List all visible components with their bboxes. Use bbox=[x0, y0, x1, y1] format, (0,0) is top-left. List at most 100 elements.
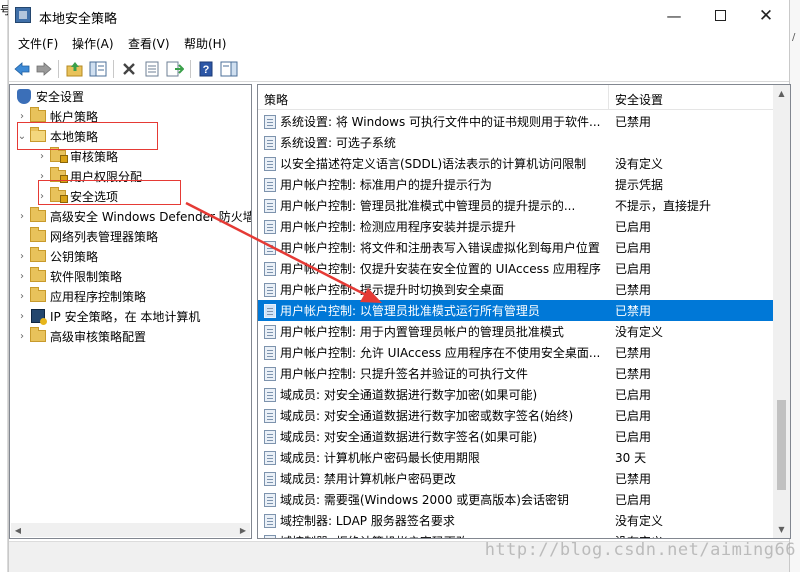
tree-node-ip-security[interactable]: › IP 安全策略，在 本地计算机 bbox=[16, 306, 200, 326]
export-list-button[interactable] bbox=[165, 59, 185, 79]
tree-node-account-policies[interactable]: › 帐户策略 bbox=[16, 106, 98, 126]
console-tree: 安全设置 › 帐户策略 ⌄ 本地策略 › 审核策略 › 用户权限分配 › 安全选… bbox=[9, 84, 252, 539]
table-row[interactable]: 系统设置: 将 Windows 可执行文件中的证书规则用于软件... 已禁用 bbox=[258, 111, 774, 132]
policy-setting: 已启用 bbox=[615, 262, 652, 276]
left-edge-strip: 号 bbox=[0, 0, 11, 572]
help-book-icon: ? bbox=[199, 61, 213, 77]
show-hide-tree-button[interactable] bbox=[88, 59, 108, 79]
table-row[interactable]: 用户帐户控制: 允许 UIAccess 应用程序在不使用安全桌面... 已禁用 bbox=[258, 342, 774, 363]
table-row[interactable]: 以安全描述符定义语言(SDDL)语法表示的计算机访问限制 没有定义 bbox=[258, 153, 774, 174]
menu-file[interactable]: 文件(F) bbox=[18, 35, 58, 52]
column-header-policy[interactable]: 策略 bbox=[264, 91, 288, 108]
folder-icon bbox=[30, 247, 46, 262]
table-row[interactable]: 用户帐户控制: 标准用户的提升提示行为 提示凭据 bbox=[258, 174, 774, 195]
chevron-right-icon[interactable]: › bbox=[36, 171, 48, 182]
tree-node-software-restriction[interactable]: › 软件限制策略 bbox=[16, 266, 122, 286]
policy-icon bbox=[264, 324, 276, 339]
tree-node-public-key[interactable]: › 公钥策略 bbox=[16, 246, 98, 266]
policy-setting: 已禁用 bbox=[615, 346, 652, 360]
policy-icon bbox=[264, 513, 276, 528]
watermark: http://blog.csdn.net/aiming66 bbox=[484, 540, 796, 560]
chevron-right-icon[interactable]: › bbox=[36, 151, 48, 162]
tree-horizontal-scrollbar[interactable]: ◀ ▶ bbox=[11, 523, 250, 537]
column-separator[interactable] bbox=[608, 85, 609, 110]
table-row[interactable]: 系统设置: 可选子系统 bbox=[258, 132, 774, 153]
policy-setting: 已启用 bbox=[615, 220, 652, 234]
tree-node-label: 应用程序控制策略 bbox=[50, 289, 147, 304]
delete-button[interactable] bbox=[119, 59, 139, 79]
table-row[interactable]: 域控制器: 拒绝计算机帐户密码更改没有定义 bbox=[258, 531, 774, 538]
sort-caret-icon: ^ bbox=[430, 84, 438, 92]
table-row[interactable]: 用户帐户控制: 提示提升时切换到安全桌面 已禁用 bbox=[258, 279, 774, 300]
svg-text:?: ? bbox=[203, 64, 210, 76]
table-row[interactable]: 域成员: 计算机帐户密码最长使用期限 30 天 bbox=[258, 447, 774, 468]
tree-node-audit-policy[interactable]: › 审核策略 bbox=[36, 146, 118, 166]
close-button[interactable]: ✕ bbox=[743, 0, 789, 31]
tree-node-label: 公钥策略 bbox=[50, 249, 99, 264]
policy-name: 用户帐户控制: 将文件和注册表写入错误虚拟化到每用户位置 bbox=[280, 241, 600, 255]
delete-x-icon bbox=[123, 63, 135, 75]
policy-setting: 已启用 bbox=[615, 493, 652, 507]
table-row[interactable]: 用户帐户控制: 将文件和注册表写入错误虚拟化到每用户位置 已启用 bbox=[258, 237, 774, 258]
tree-node-security-options[interactable]: › 安全选项 bbox=[36, 186, 118, 206]
menu-help[interactable]: 帮助(H) bbox=[184, 35, 226, 52]
list-vertical-scrollbar[interactable]: ▲ ▼ bbox=[773, 85, 790, 538]
security-shield-icon bbox=[17, 88, 31, 104]
tree-node-defender-firewall[interactable]: › 高级安全 Windows Defender 防火墙 bbox=[16, 206, 251, 226]
table-row[interactable]: 域成员: 对安全通道数据进行数字加密(如果可能) 已启用 bbox=[258, 384, 774, 405]
table-row[interactable]: 域成员: 禁用计算机帐户密码更改 已禁用 bbox=[258, 468, 774, 489]
chevron-right-icon[interactable]: › bbox=[16, 291, 28, 302]
chevron-right-icon[interactable]: › bbox=[16, 331, 28, 342]
help-button[interactable]: ? bbox=[196, 59, 216, 79]
chevron-down-icon[interactable]: ⌄ bbox=[16, 131, 28, 142]
properties-button[interactable] bbox=[142, 59, 162, 79]
back-button[interactable] bbox=[12, 59, 32, 79]
scroll-thumb[interactable] bbox=[777, 400, 786, 490]
title-bar[interactable]: 本地安全策略 — ✕ bbox=[9, 0, 789, 31]
menu-view[interactable]: 查看(V) bbox=[128, 35, 170, 52]
policy-icon bbox=[264, 240, 276, 255]
chevron-right-icon[interactable]: › bbox=[16, 111, 28, 122]
scroll-up-icon[interactable]: ▲ bbox=[773, 85, 790, 102]
tree-node-user-rights[interactable]: › 用户权限分配 bbox=[36, 166, 142, 186]
show-action-pane-button[interactable] bbox=[219, 59, 239, 79]
minimize-button[interactable]: — bbox=[651, 0, 697, 31]
table-row[interactable]: 用户帐户控制: 用于内置管理员帐户的管理员批准模式 没有定义 bbox=[258, 321, 774, 342]
table-row[interactable]: 域成员: 需要强(Windows 2000 或更高版本)会话密钥 已启用 bbox=[258, 489, 774, 510]
scroll-down-icon[interactable]: ▼ bbox=[773, 521, 790, 538]
policy-setting: 已禁用 bbox=[615, 367, 652, 381]
chevron-right-icon[interactable]: › bbox=[16, 251, 28, 262]
tree-node-app-control[interactable]: › 应用程序控制策略 bbox=[16, 286, 146, 306]
policy-folder-icon bbox=[50, 167, 68, 183]
policy-folder-icon bbox=[50, 187, 68, 203]
table-row[interactable]: 用户帐户控制: 管理员批准模式中管理员的提升提示的... 不提示，直接提升 bbox=[258, 195, 774, 216]
tree-node-network-list[interactable]: 网络列表管理器策略 bbox=[16, 226, 158, 246]
scroll-right-icon[interactable]: ▶ bbox=[236, 523, 250, 537]
back-arrow-icon bbox=[14, 62, 30, 76]
tree-node-local-policies[interactable]: ⌄ 本地策略 bbox=[16, 126, 98, 146]
table-row[interactable]: 域成员: 对安全通道数据进行数字签名(如果可能) 已启用 bbox=[258, 426, 774, 447]
tree-node-advanced-audit[interactable]: › 高级审核策略配置 bbox=[16, 326, 146, 346]
chevron-right-icon[interactable]: › bbox=[36, 191, 48, 202]
forward-button[interactable] bbox=[34, 59, 54, 79]
table-row[interactable]: 用户帐户控制: 只提升签名并验证的可执行文件 已禁用 bbox=[258, 363, 774, 384]
tree-node-security-settings[interactable]: 安全设置 bbox=[14, 86, 84, 106]
policy-name: 用户帐户控制: 检测应用程序安装并提示提升 bbox=[280, 220, 516, 234]
policy-icon bbox=[264, 408, 276, 423]
table-row-selected[interactable]: 用户帐户控制: 以管理员批准模式运行所有管理员 已禁用 bbox=[258, 300, 774, 321]
window-title: 本地安全策略 bbox=[39, 12, 118, 27]
column-header-setting[interactable]: 安全设置 bbox=[615, 91, 663, 108]
chevron-right-icon[interactable]: › bbox=[16, 211, 28, 222]
chevron-right-icon[interactable]: › bbox=[16, 311, 28, 322]
table-row[interactable]: 用户帐户控制: 检测应用程序安装并提示提升 已启用 bbox=[258, 216, 774, 237]
table-row[interactable]: 域成员: 对安全通道数据进行数字加密或数字签名(始终) 已启用 bbox=[258, 405, 774, 426]
scroll-left-icon[interactable]: ◀ bbox=[11, 523, 25, 537]
table-row[interactable]: 域控制器: LDAP 服务器签名要求 没有定义 bbox=[258, 510, 774, 531]
up-one-level-button[interactable] bbox=[65, 59, 85, 79]
table-row[interactable]: 用户帐户控制: 仅提升安装在安全位置的 UIAccess 应用程序 已启用 bbox=[258, 258, 774, 279]
properties-icon bbox=[145, 61, 159, 77]
chevron-right-icon[interactable]: › bbox=[16, 271, 28, 282]
policy-name: 用户帐户控制: 仅提升安装在安全位置的 UIAccess 应用程序 bbox=[280, 262, 601, 276]
maximize-button[interactable] bbox=[697, 0, 743, 31]
menu-action[interactable]: 操作(A) bbox=[72, 35, 114, 52]
